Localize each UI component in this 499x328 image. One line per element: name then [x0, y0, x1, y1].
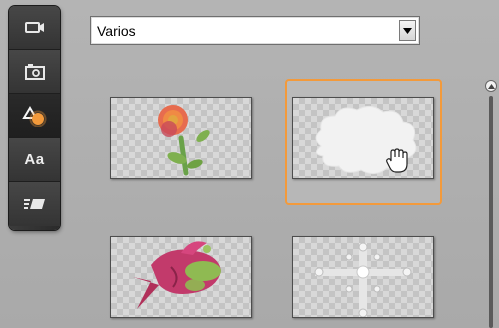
transition-icon: [23, 199, 45, 209]
toolbar-transition-button[interactable]: [9, 182, 60, 226]
left-toolbar: Aa: [9, 6, 60, 230]
category-dropdown[interactable]: Varios: [90, 16, 420, 45]
toolbar-photo-button[interactable]: [9, 50, 60, 94]
toolbar-video-button[interactable]: [9, 6, 60, 50]
fish-icon: [133, 241, 221, 309]
scroll-track[interactable]: [489, 96, 493, 328]
text-aa-icon: Aa: [24, 151, 45, 168]
thumbnail-fish[interactable]: [110, 236, 252, 318]
chevron-up-icon: [487, 83, 495, 89]
vertical-scrollbar[interactable]: [484, 80, 498, 328]
chevron-down-icon: [403, 27, 412, 34]
thumbnail-cloud[interactable]: [292, 97, 434, 179]
cross-icon: [314, 242, 412, 317]
video-camera-icon: [24, 21, 44, 33]
camera-icon: [24, 63, 45, 80]
cloud-icon: [315, 106, 417, 174]
flower-icon: [158, 105, 210, 176]
shapes-icon: [21, 105, 46, 127]
dropdown-arrow-button[interactable]: [399, 20, 416, 41]
thumbnail-flower[interactable]: [110, 97, 252, 179]
scroll-up-button[interactable]: [485, 80, 497, 92]
thumbnail-cross-frame[interactable]: [292, 236, 434, 318]
toolbar-text-button[interactable]: Aa: [9, 138, 60, 182]
toolbar-shapes-button[interactable]: [9, 94, 60, 138]
dropdown-selected-value: Varios: [97, 23, 136, 39]
